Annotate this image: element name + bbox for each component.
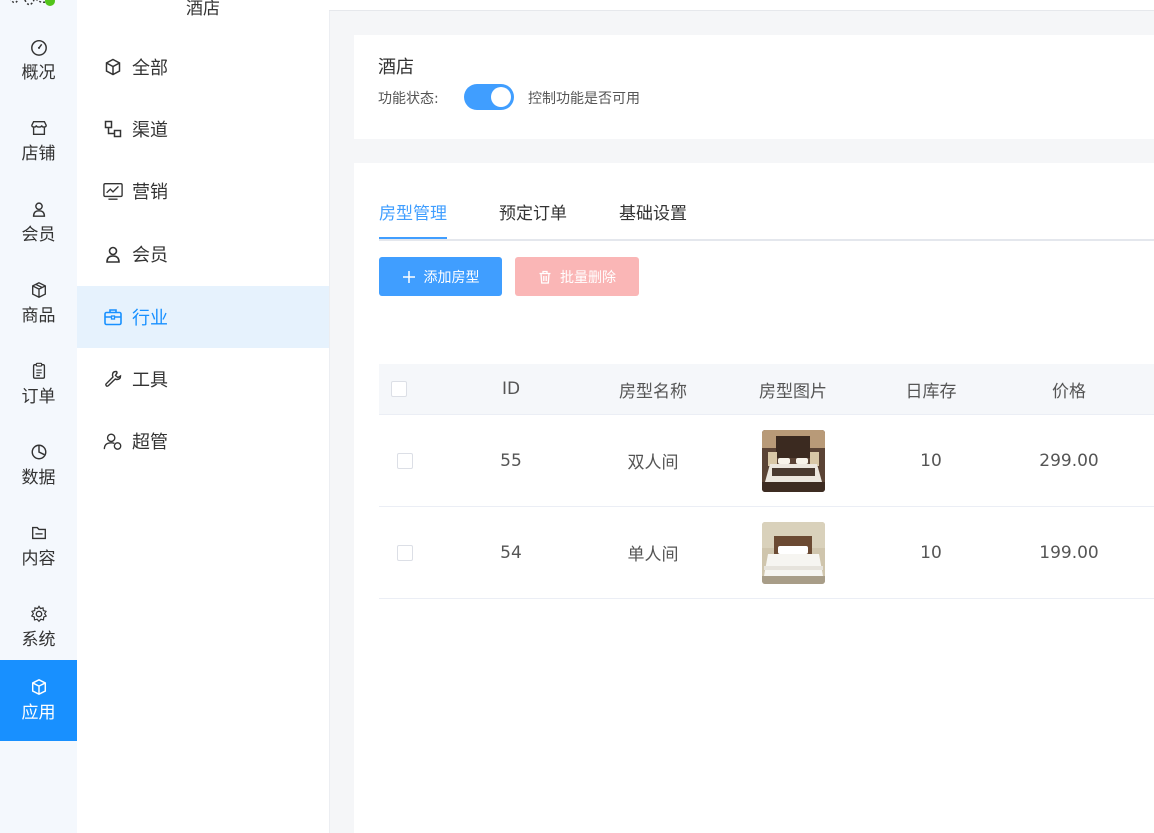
table-row[interactable]: 55 双人间 10 299.00	[379, 415, 1154, 507]
logo-icon	[10, 0, 55, 6]
batch-delete-label: 批量删除	[560, 269, 616, 286]
column-header-image[interactable]: 房型图片	[733, 364, 853, 414]
cell-name: 双人间	[627, 453, 679, 473]
rail-item-label: 应用	[21, 702, 56, 723]
cell-stock: 10	[920, 450, 942, 471]
submenu-item-tools[interactable]: 工具	[77, 348, 329, 410]
rail-item-system[interactable]: 系统	[0, 587, 77, 668]
batch-delete-button[interactable]: 批量删除	[515, 257, 639, 296]
cell-id: 54	[500, 542, 522, 563]
submenu-title: 酒店	[186, 0, 220, 19]
rail-item-label: 数据	[21, 467, 56, 488]
cell-image	[733, 415, 853, 506]
tab-room-types[interactable]: 房型管理	[379, 201, 447, 239]
plus-icon	[402, 270, 415, 283]
cell-id: 55	[500, 450, 522, 471]
store-icon	[30, 120, 47, 135]
tab-basic-settings[interactable]: 基础设置	[619, 201, 687, 237]
trend-monitor-icon	[103, 183, 123, 200]
tab-bookings[interactable]: 预定订单	[499, 201, 567, 237]
folder-icon	[31, 526, 46, 539]
user-icon	[32, 201, 45, 217]
submenu-item-all[interactable]: 全部	[77, 36, 329, 98]
submenu: 酒店 全部 渠道 营销 会员 行业 工具 超管	[77, 0, 330, 833]
cell-price: 299.00	[1039, 450, 1099, 471]
row-checkbox[interactable]	[397, 452, 413, 469]
tab-bar: 房型管理 预定订单 基础设置	[379, 201, 1154, 241]
submenu-item-members[interactable]: 会员	[77, 223, 329, 285]
submenu-item-label: 渠道	[132, 120, 168, 141]
cube-icon	[31, 678, 46, 695]
rail-item-content[interactable]: 内容	[0, 506, 77, 587]
dashboard-icon	[30, 39, 47, 56]
column-header-stock[interactable]: 日库存	[871, 364, 991, 414]
submenu-item-admin[interactable]: 超管	[77, 410, 329, 472]
single-room-photo[interactable]	[761, 521, 825, 584]
wrench-icon	[105, 370, 122, 387]
submenu-item-label: 营销	[132, 182, 168, 203]
column-header-name[interactable]: 房型名称	[593, 364, 713, 414]
rail-item-data[interactable]: 数据	[0, 425, 77, 506]
box-icon	[31, 281, 46, 298]
trash-icon	[539, 270, 551, 284]
status-toggle[interactable]	[464, 84, 514, 110]
submenu-item-industry[interactable]: 行业	[77, 286, 329, 348]
toggle-knob	[491, 87, 511, 107]
user-icon	[106, 246, 120, 263]
add-room-type-button[interactable]: 添加房型	[379, 257, 502, 296]
gear-icon	[30, 604, 47, 622]
submenu-item-marketing[interactable]: 营销	[77, 160, 329, 222]
rail-item-label: 店铺	[21, 143, 56, 164]
select-all-checkbox[interactable]	[391, 381, 407, 397]
rail-item-label: 商品	[21, 305, 56, 326]
submenu-item-label: 超管	[132, 432, 168, 453]
admin-user-icon	[103, 433, 122, 450]
add-room-type-label: 添加房型	[423, 269, 480, 286]
cell-image	[733, 507, 853, 598]
rail-item-label: 系统	[21, 629, 56, 650]
clipboard-icon	[32, 362, 45, 379]
rail-item-orders[interactable]: 订单	[0, 344, 77, 425]
row-checkbox-cell	[385, 415, 425, 506]
rail-item-members[interactable]: 会员	[0, 182, 77, 263]
rail-item-label: 内容	[21, 548, 56, 569]
header-checkbox-cell	[379, 364, 419, 414]
rail-item-overview[interactable]: 概况	[0, 20, 77, 101]
main-nav-rail: 概况 店铺 会员 商品 订单 数据 内容 系统 应用	[0, 0, 77, 833]
briefcase-icon	[104, 309, 122, 326]
page-title: 酒店	[378, 57, 414, 78]
submenu-item-label: 会员	[132, 245, 168, 266]
submenu-item-label: 工具	[132, 370, 168, 391]
channel-icon	[104, 120, 122, 138]
cell-name: 单人间	[627, 545, 679, 565]
double-room-photo[interactable]	[761, 429, 825, 492]
top-header	[329, 0, 1154, 11]
submenu-item-label: 全部	[132, 58, 168, 79]
cell-price: 199.00	[1039, 542, 1099, 563]
row-checkbox[interactable]	[397, 544, 413, 561]
rail-item-label: 概况	[21, 62, 56, 83]
cell-stock: 10	[920, 542, 942, 563]
rail-item-goods[interactable]: 商品	[0, 263, 77, 344]
pie-chart-icon	[31, 444, 46, 459]
column-header-price[interactable]: 价格	[1009, 364, 1129, 414]
status-label: 功能状态:	[378, 91, 439, 107]
table-header: ID 房型名称 房型图片 日库存 价格	[379, 364, 1154, 415]
submenu-item-label: 行业	[132, 308, 168, 329]
cube-icon	[105, 58, 121, 76]
rail-item-apps[interactable]: 应用	[0, 660, 77, 741]
rail-item-store[interactable]: 店铺	[0, 101, 77, 182]
rail-item-label: 会员	[21, 224, 56, 245]
submenu-item-channel[interactable]: 渠道	[77, 98, 329, 160]
status-hint: 控制功能是否可用	[528, 91, 640, 107]
room-type-table: ID 房型名称 房型图片 日库存 价格 55 双人间 10 299.00 54 …	[379, 364, 1154, 599]
room-management-card: 房型管理 预定订单 基础设置 添加房型 批量删除 ID 房型名称 房型图片 日库…	[354, 163, 1154, 833]
column-header-id[interactable]: ID	[471, 364, 551, 414]
rail-item-label: 订单	[21, 386, 56, 407]
row-checkbox-cell	[385, 507, 425, 598]
table-row[interactable]: 54 单人间 10 199.00	[379, 507, 1154, 599]
plugin-status-card: 酒店 功能状态: 控制功能是否可用	[354, 35, 1154, 139]
